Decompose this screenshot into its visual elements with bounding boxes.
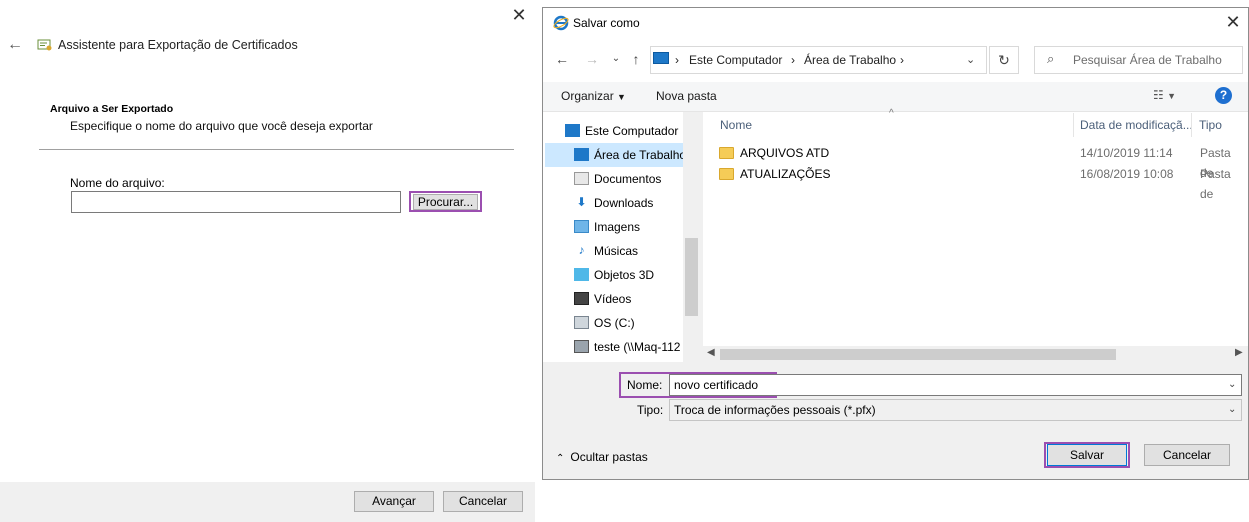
organize-menu[interactable]: Organizar ▼	[561, 89, 626, 103]
dialog-titlebar	[543, 8, 1248, 38]
internet-explorer-icon	[553, 15, 569, 31]
documents-icon	[574, 172, 589, 186]
video-icon	[574, 292, 589, 306]
next-button[interactable]: Avançar	[354, 491, 434, 512]
filename-label: Nome:	[627, 378, 663, 392]
file-row[interactable]: ARQUIVOS ATD 14/10/2019 11:14 Pasta de	[719, 143, 1244, 180]
breadcrumb-desktop[interactable]: Área de Trabalho	[804, 53, 896, 67]
scroll-left-icon[interactable]: ◀	[707, 347, 715, 358]
divider	[39, 149, 514, 150]
view-options-icon[interactable]: ☷ ▼	[1153, 88, 1176, 102]
breadcrumb-separator: ›	[791, 53, 795, 67]
hide-folders-toggle[interactable]: ⌃ Ocultar pastas	[556, 450, 648, 464]
filetype-value: Troca de informações pessoais (*.pfx)	[674, 403, 876, 417]
file-row[interactable]: ATUALIZAÇÕES 16/08/2019 10:08 Pasta de	[719, 164, 1244, 201]
back-arrow-icon[interactable]: ←	[7, 36, 25, 54]
dialog-title: Salvar como	[573, 16, 640, 30]
filename-input[interactable]	[71, 191, 401, 213]
breadcrumb-separator: ›	[675, 53, 679, 67]
new-folder-button[interactable]: Nova pasta	[656, 89, 717, 103]
column-header-type[interactable]: Tipo	[1199, 118, 1222, 132]
cube-icon	[574, 268, 589, 282]
column-header-name[interactable]: Nome	[720, 118, 752, 132]
filetype-label: Tipo:	[637, 403, 664, 417]
chevron-up-icon: ⌃	[556, 453, 565, 464]
dialog-cancel-button[interactable]: Cancelar	[1144, 444, 1230, 466]
desktop-icon	[574, 148, 589, 162]
column-separator	[1191, 113, 1192, 137]
breadcrumb-separator: ›	[900, 53, 904, 67]
section-title: Arquivo a Ser Exportado	[50, 103, 174, 115]
save-as-dialog: Salvar como ✕ ← → ⌄ ↑ › Este Computador …	[542, 7, 1249, 480]
certificate-icon	[37, 39, 52, 51]
column-header-date[interactable]: Data de modificaçã...	[1080, 118, 1193, 132]
dialog-close-icon[interactable]: ✕	[1223, 13, 1243, 33]
wizard-cancel-button[interactable]: Cancelar	[443, 491, 523, 512]
certificate-export-wizard: ✕ ← Assistente para Exportação de Certif…	[0, 0, 535, 522]
command-toolbar	[543, 82, 1248, 112]
search-icon: ⌕	[1047, 51, 1055, 66]
nav-scrollbar-thumb[interactable]	[685, 238, 698, 316]
filename-label: Nome do arquivo:	[70, 176, 165, 190]
drive-icon	[574, 316, 589, 330]
browse-button[interactable]: Procurar...	[413, 194, 478, 210]
network-drive-icon	[574, 340, 589, 354]
folder-icon	[719, 167, 734, 180]
sort-caret-icon: ^	[889, 108, 894, 119]
scroll-right-icon[interactable]: ▶	[1235, 347, 1243, 358]
help-icon[interactable]: ?	[1215, 87, 1232, 104]
forward-icon[interactable]: →	[583, 50, 601, 68]
up-icon[interactable]: ↑	[627, 50, 645, 68]
filename-value: novo certificado	[674, 378, 759, 392]
chevron-down-icon: ▼	[617, 92, 626, 102]
folder-icon	[719, 146, 734, 159]
nav-item-desktop[interactable]: Área de Trabalho	[545, 143, 683, 167]
recent-locations-chevron-icon[interactable]: ⌄	[607, 50, 625, 68]
column-separator	[1073, 113, 1074, 137]
filename-dropdown-icon[interactable]: ⌄	[1228, 379, 1236, 390]
wizard-close-icon[interactable]: ✕	[509, 6, 529, 26]
wizard-title: Assistente para Exportação de Certificad…	[58, 38, 298, 52]
pictures-icon	[574, 220, 589, 234]
file-list-scrollbar-thumb[interactable]	[720, 349, 1116, 360]
breadcrumb-computer[interactable]: Este Computador	[689, 53, 782, 67]
nav-scrollbar[interactable]	[683, 112, 700, 362]
computer-icon	[565, 124, 580, 138]
filetype-dropdown-icon[interactable]: ⌄	[1228, 404, 1236, 415]
refresh-icon[interactable]: ↻	[989, 46, 1019, 74]
address-dropdown-icon[interactable]: ⌄	[966, 53, 975, 66]
back-icon[interactable]: ←	[553, 50, 571, 68]
section-subtitle: Especifique o nome do arquivo que você d…	[70, 119, 373, 133]
computer-icon	[653, 52, 669, 64]
download-icon: ⬇	[576, 195, 587, 210]
search-placeholder: Pesquisar Área de Trabalho	[1073, 53, 1222, 67]
nav-item-network-drive[interactable]: teste (\\Maq-112	[574, 335, 683, 359]
music-icon: ♪	[578, 243, 585, 258]
save-button[interactable]: Salvar	[1047, 444, 1127, 466]
